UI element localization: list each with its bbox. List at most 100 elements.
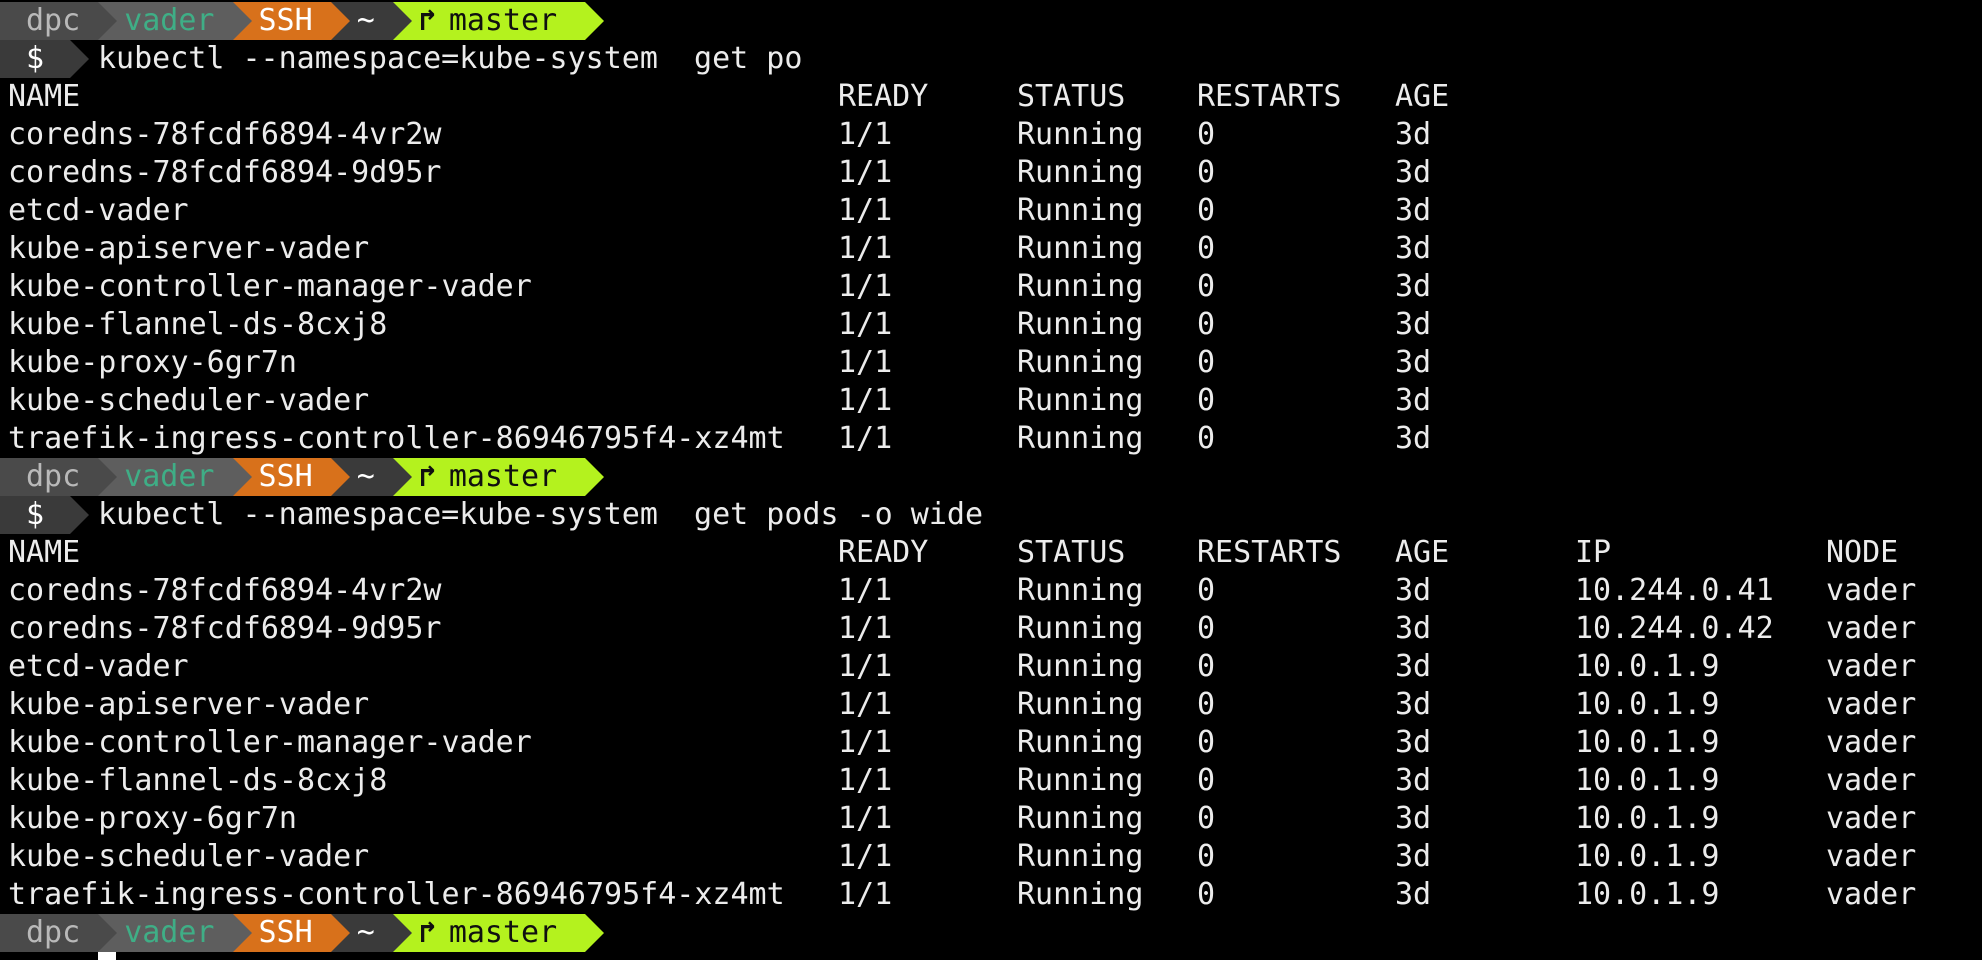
table-cell: 3d	[1395, 193, 1432, 228]
table-cell: 3d	[1395, 725, 1432, 760]
table-cell: kube-controller-manager-vader	[8, 725, 532, 760]
table-cell: 1/1	[838, 573, 893, 608]
table-cell: 3d	[1395, 877, 1432, 912]
table-cell: 10.0.1.9	[1575, 839, 1720, 874]
prompt-dir-segment-text: ~	[356, 459, 375, 494]
table-cell: Running	[1017, 345, 1144, 380]
table-cell: 10.0.1.9	[1575, 687, 1720, 722]
prompt-dir-segment-text: ~	[356, 915, 375, 950]
table-cell: Running	[1017, 307, 1144, 342]
powerline-arrow-icon	[392, 914, 412, 952]
prompt-git-segment: ↱ master	[392, 458, 605, 496]
powerline-arrow-icon	[70, 40, 89, 78]
command-text[interactable]: kubectl --namespace=kube-system get po	[98, 40, 802, 78]
table-cell: 3d	[1395, 345, 1432, 380]
table-cell: Running	[1017, 763, 1144, 798]
table-cell: 1/1	[838, 725, 893, 760]
powerline-prompt: dpc vader SSH ~ ↱ master	[0, 914, 605, 952]
table-cell: 1/1	[838, 763, 893, 798]
table-cell: Running	[1017, 269, 1144, 304]
table-cell: vader	[1826, 725, 1917, 760]
powerline-arrow-icon	[392, 2, 412, 40]
table-cell: NODE	[1826, 535, 1899, 570]
table-cell: 10.0.1.9	[1575, 725, 1720, 760]
prompt-user-segment: dpc	[0, 458, 118, 496]
prompt-user-segment-text: dpc	[26, 3, 81, 38]
table-cell: 1/1	[838, 801, 893, 836]
table-cell: Running	[1017, 877, 1144, 912]
table-cell: AGE	[1395, 79, 1450, 114]
table-cell: 0	[1197, 155, 1216, 190]
table-cell: 3d	[1395, 649, 1432, 684]
table-cell: 1/1	[838, 877, 893, 912]
table-cell: 0	[1197, 421, 1216, 456]
table-cell: 0	[1197, 611, 1216, 646]
table-cell: Running	[1017, 155, 1144, 190]
powerline-arrow-icon	[98, 914, 118, 952]
table-cell: kube-apiserver-vader	[8, 687, 370, 722]
table-cell: coredns-78fcdf6894-9d95r	[8, 155, 442, 190]
table-cell: 3d	[1395, 383, 1432, 418]
table-cell: 10.0.1.9	[1575, 877, 1720, 912]
table-cell: 3d	[1395, 307, 1432, 342]
powerline-arrow-icon	[232, 458, 252, 496]
table-cell: RESTARTS	[1197, 79, 1342, 114]
table-cell: 10.0.1.9	[1575, 763, 1720, 798]
table-cell: 0	[1197, 763, 1216, 798]
git-branch-icon: ↱	[418, 459, 437, 494]
table-cell: 3d	[1395, 839, 1432, 874]
prompt-host-segment-text: vader	[124, 915, 215, 950]
table-cell: 1/1	[838, 345, 893, 380]
table-cell: 0	[1197, 193, 1216, 228]
table-cell: vader	[1826, 611, 1917, 646]
table-cell: kube-proxy-6gr7n	[8, 345, 297, 380]
command-text[interactable]: kubectl --namespace=kube-system get pods…	[98, 496, 983, 534]
table-cell: Running	[1017, 725, 1144, 760]
table-cell: STATUS	[1017, 535, 1126, 570]
table-cell: 3d	[1395, 421, 1432, 456]
git-branch-icon: ↱	[418, 915, 437, 950]
table-cell: 0	[1197, 231, 1216, 266]
prompt-host-segment: vader	[98, 458, 252, 496]
table-cell: 1/1	[838, 117, 893, 152]
table-cell: STATUS	[1017, 79, 1126, 114]
table-cell: Running	[1017, 193, 1144, 228]
table-cell: kube-scheduler-vader	[8, 839, 370, 874]
table-cell: vader	[1826, 877, 1917, 912]
table-cell: 1/1	[838, 649, 893, 684]
powerline-arrow-icon	[585, 458, 605, 496]
table-cell: AGE	[1395, 535, 1450, 570]
table-cell: vader	[1826, 839, 1917, 874]
prompt-dir-segment-text: ~	[356, 3, 375, 38]
table-cell: Running	[1017, 649, 1144, 684]
table-cell: kube-apiserver-vader	[8, 231, 370, 266]
table-cell: kube-scheduler-vader	[8, 383, 370, 418]
table-cell: etcd-vader	[8, 649, 189, 684]
table-cell: kube-proxy-6gr7n	[8, 801, 297, 836]
prompt-user-segment: dpc	[0, 2, 118, 40]
table-cell: 0	[1197, 687, 1216, 722]
table-cell: READY	[838, 79, 929, 114]
table-cell: 3d	[1395, 687, 1432, 722]
table-cell: coredns-78fcdf6894-4vr2w	[8, 117, 442, 152]
table-cell: coredns-78fcdf6894-4vr2w	[8, 573, 442, 608]
table-cell: 1/1	[838, 155, 893, 190]
prompt-symbol: $	[0, 40, 89, 78]
prompt-host-segment: vader	[98, 2, 252, 40]
powerline-prompt: dpc vader SSH ~ ↱ master	[0, 458, 605, 496]
prompt-ssh-segment-text: SSH	[258, 459, 313, 494]
prompt-user-segment-text: dpc	[26, 459, 81, 494]
powerline-arrow-icon	[98, 458, 118, 496]
powerline-arrow-icon	[98, 2, 118, 40]
table-cell: vader	[1826, 649, 1917, 684]
powerline-arrow-icon	[330, 2, 350, 40]
table-cell: 0	[1197, 345, 1216, 380]
table-cell: Running	[1017, 801, 1144, 836]
table-cell: 0	[1197, 269, 1216, 304]
table-cell: traefik-ingress-controller-86946795f4-xz…	[8, 421, 785, 456]
table-cell: 10.0.1.9	[1575, 649, 1720, 684]
text-cursor	[98, 952, 116, 960]
table-cell: 0	[1197, 725, 1216, 760]
table-cell: 0	[1197, 877, 1216, 912]
table-cell: 10.244.0.41	[1575, 573, 1774, 608]
